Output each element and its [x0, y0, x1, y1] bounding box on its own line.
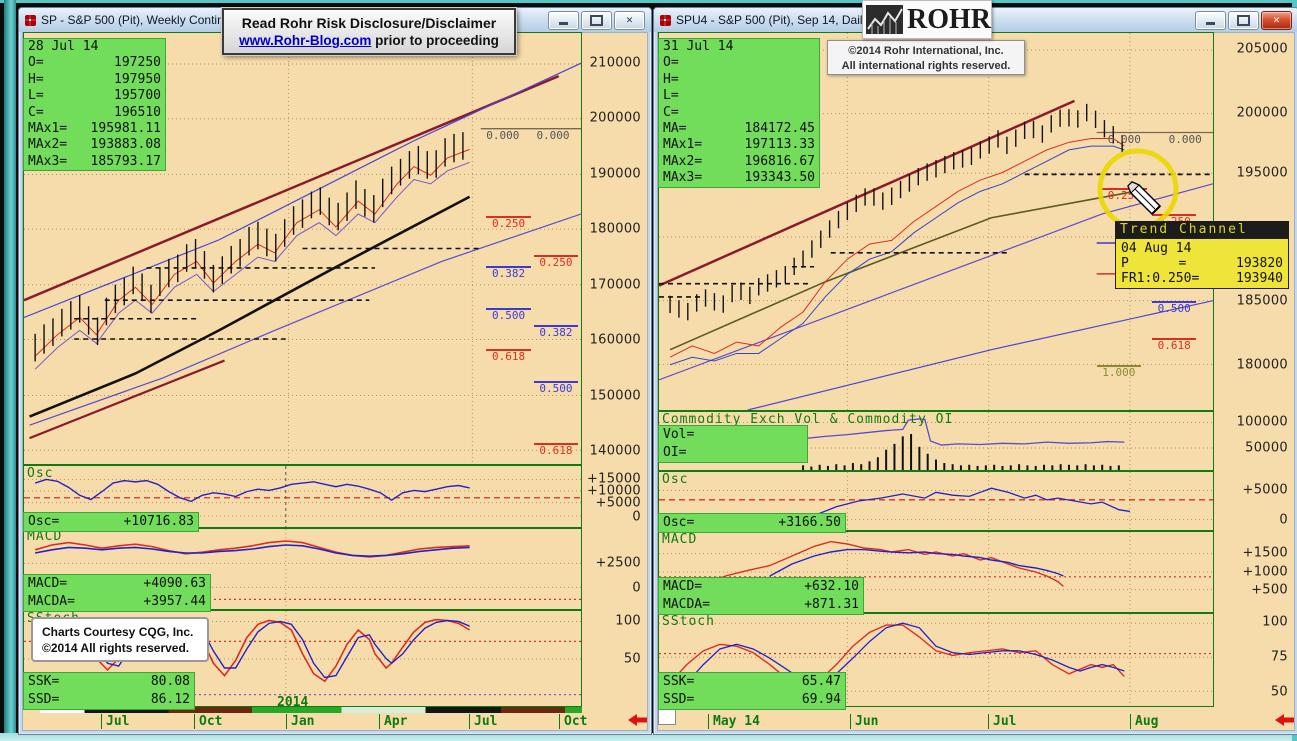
risk-disclaimer-banner: Read Rohr Risk Disclosure/Disclaimer www… — [222, 8, 516, 55]
macd-value-box-weekly: MACD= +4090.63 MACDA= +3957.44 — [23, 574, 211, 612]
macd-value-box-daily: MACD= +632.10 MACDA= +871.31 — [658, 577, 864, 615]
trend-channel-date: 04 Aug 14 — [1121, 241, 1192, 256]
trend-p-equals: = — [1178, 256, 1187, 271]
rohr-blog-link[interactable]: www.Rohr-Blog.com — [239, 33, 371, 48]
video-frame-top — [0, 0, 1297, 3]
sstoch-panel-label: SStoch — [662, 614, 715, 629]
rohr-logo: ROHR — [862, 0, 992, 39]
video-frame-left — [4, 0, 16, 741]
scroll-left-arrow-icon[interactable] — [627, 713, 649, 727]
trend-fr1-label: FR1:0.250= — [1121, 271, 1200, 286]
ohlc-info-box-weekly: 28 Jul 14 O= 197250 H= 197950 L= 195700 C= 19651… — [23, 38, 166, 172]
macd-panel-label: MACD — [662, 532, 698, 547]
maximize-button[interactable] — [1228, 10, 1259, 30]
trend-fr1-value: 193940 — [1236, 271, 1283, 286]
cqg-credit-box: Charts Courtesy CQG, Inc. ©2014 All righ… — [31, 617, 209, 662]
window-title-weekly: SP - S&P 500 (Pit), Weekly Continua — [41, 13, 238, 27]
close-button[interactable]: ✕ — [1261, 10, 1292, 30]
disclaimer-line2: prior to proceeding — [371, 33, 499, 48]
trend-channel-tooltip: Trend Channel 04 Aug 14 P = 193820 FR1:0… — [1115, 221, 1289, 289]
copyright-line2: All international rights reserved. — [841, 60, 1011, 72]
sstoch-value-box-daily: SSK= 65.47 SSD= 69.94 — [658, 672, 846, 710]
trend-p-label: P — [1121, 256, 1129, 271]
trend-p-value: 193820 — [1236, 256, 1283, 271]
close-button[interactable]: ✕ — [614, 10, 645, 30]
disclaimer-line1: Read Rohr Risk Disclosure/Disclaimer — [241, 15, 497, 31]
osc-panel-label: Osc — [662, 472, 689, 487]
ohlc-info-box-daily: 31 Jul 14 O= H= L= C= MA= 184172.45 MAx1= 197113… — [658, 38, 820, 188]
minimize-button[interactable] — [548, 10, 579, 30]
cqg-chart-icon — [25, 14, 36, 26]
cqg-chart-icon — [660, 14, 671, 26]
vol-value-box-daily: Vol= OI= — [658, 425, 808, 463]
window-title-daily: SPU4 - S&P 500 (Pit), Sep 14, Daily — [676, 13, 869, 27]
osc-value-box-daily: Osc= +3166.50 — [658, 513, 846, 533]
rohr-logo-text: ROHR — [907, 4, 991, 35]
pencil-cursor-icon — [1127, 181, 1162, 216]
chart-window-daily: SPU4 - S&P 500 (Pit), Sep 14, Daily ✕ 0.… — [653, 7, 1297, 735]
cqg-credit-line2: ©2014 All rights reserved. — [42, 640, 190, 655]
chart-window-weekly: SP - S&P 500 (Pit), Weekly Continua ✕ 0.… — [18, 7, 652, 735]
rohr-copyright-box: ©2014 Rohr International, Inc. All inter… — [827, 40, 1025, 75]
scroll-left-arrow-icon[interactable] — [1274, 713, 1296, 727]
maximize-button[interactable] — [581, 10, 612, 30]
rohr-logo-chart-icon — [866, 5, 903, 34]
osc-panel-label: Osc — [27, 466, 54, 481]
minimize-button[interactable] — [1195, 10, 1226, 30]
sstoch-value-box-weekly: SSK= 80.08 SSD= 86.12 — [23, 672, 195, 710]
cqg-credit-line1: Charts Courtesy CQG, Inc. — [42, 624, 194, 639]
osc-value-box-weekly: Osc= +10716.83 — [23, 512, 199, 532]
copyright-line1: ©2014 Rohr International, Inc. — [848, 45, 1004, 57]
